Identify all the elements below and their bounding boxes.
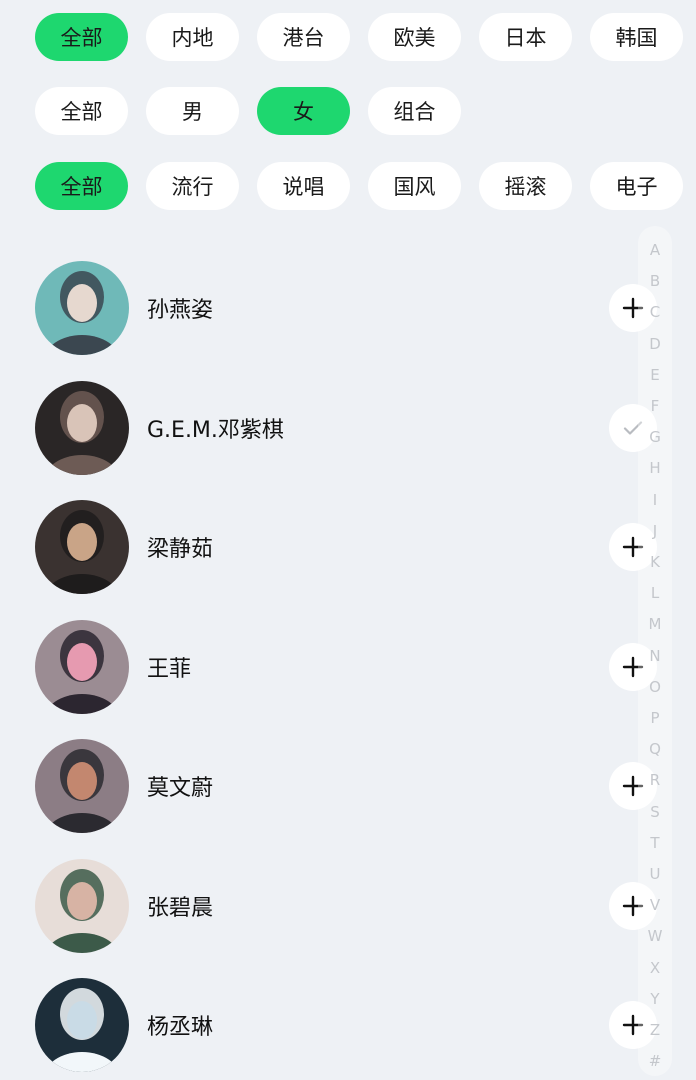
artist-name: G.E.M.邓紫棋 — [147, 418, 284, 443]
artist-name: 梁静茹 — [147, 537, 214, 562]
artist-row[interactable]: 孙燕姿 — [35, 261, 213, 355]
alpha-letter-j[interactable]: J — [638, 521, 672, 541]
artist-avatar[interactable] — [35, 500, 129, 594]
artist-name: 王菲 — [147, 657, 192, 682]
alpha-letter-q[interactable]: Q — [638, 739, 672, 759]
artist-row[interactable]: G.E.M.邓紫棋 — [35, 381, 284, 475]
alpha-letter-b[interactable]: B — [638, 271, 672, 291]
artist-name: 张碧晨 — [147, 896, 214, 921]
artist-row[interactable]: 王菲 — [35, 620, 191, 714]
alpha-letter-n[interactable]: N — [638, 646, 672, 666]
alpha-letter-y[interactable]: Y — [638, 989, 672, 1009]
alpha-letter-f[interactable]: F — [638, 396, 672, 416]
alpha-letter-w[interactable]: W — [638, 926, 672, 946]
artist-row[interactable]: 杨丞琳 — [35, 978, 213, 1072]
alpha-letter-g[interactable]: G — [638, 427, 672, 447]
alpha-letter-r[interactable]: R — [638, 770, 672, 790]
artist-name: 莫文蔚 — [147, 776, 214, 801]
artist-row[interactable]: 梁静茹 — [35, 500, 213, 594]
artist-avatar[interactable] — [35, 739, 129, 833]
artist-name: 杨丞琳 — [147, 1015, 214, 1040]
artist-name: 孙燕姿 — [147, 298, 214, 323]
alpha-letter-k[interactable]: K — [638, 552, 672, 572]
alpha-letter-h[interactable]: H — [638, 458, 672, 478]
alpha-letter-m[interactable]: M — [638, 614, 672, 634]
artist-avatar[interactable] — [35, 978, 129, 1072]
alpha-letter-z[interactable]: Z — [638, 1020, 672, 1040]
alpha-letter-hash[interactable]: # — [638, 1051, 672, 1071]
alpha-letter-o[interactable]: O — [638, 677, 672, 697]
alpha-letter-a[interactable]: A — [638, 240, 672, 260]
alpha-letter-u[interactable]: U — [638, 864, 672, 884]
alpha-letter-c[interactable]: C — [638, 302, 672, 322]
alpha-letter-i[interactable]: I — [638, 490, 672, 510]
alpha-letter-s[interactable]: S — [638, 802, 672, 822]
artist-avatar[interactable] — [35, 381, 129, 475]
artist-row[interactable]: 莫文蔚 — [35, 739, 213, 833]
artist-row[interactable]: 张碧晨 — [35, 859, 213, 953]
artist-avatar[interactable] — [35, 620, 129, 714]
alpha-letter-l[interactable]: L — [638, 583, 672, 603]
alpha-letter-v[interactable]: V — [638, 895, 672, 915]
alpha-letter-x[interactable]: X — [638, 958, 672, 978]
alpha-letter-e[interactable]: E — [638, 365, 672, 385]
alpha-letter-p[interactable]: P — [638, 708, 672, 728]
alpha-letter-d[interactable]: D — [638, 334, 672, 354]
artist-avatar[interactable] — [35, 859, 129, 953]
alphabet-index[interactable]: A B C D E F G H I J K L M N O P Q R S T U V W X Y Z # — [638, 226, 672, 1076]
artist-list: 孙燕姿 G.E.M.邓紫棋 梁静茹王菲莫文蔚张碧晨杨丞琳 — [0, 0, 696, 1080]
alpha-letter-t[interactable]: T — [638, 833, 672, 853]
artist-avatar[interactable] — [35, 261, 129, 355]
